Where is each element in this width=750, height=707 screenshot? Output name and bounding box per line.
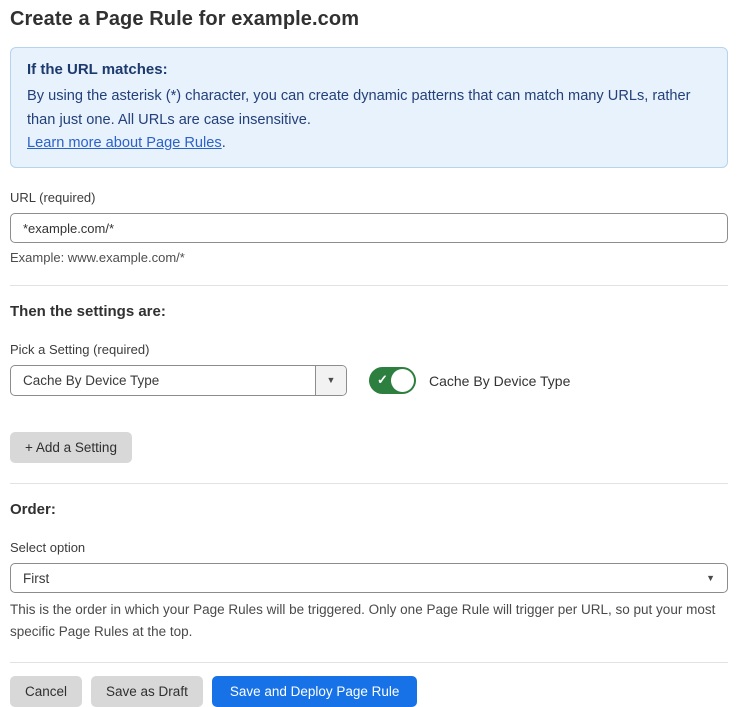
url-helper-text: Example: www.example.com/* [10, 250, 728, 265]
url-input[interactable] [10, 213, 728, 243]
cancel-button[interactable]: Cancel [10, 676, 82, 707]
toggle-label: Cache By Device Type [429, 373, 570, 389]
save-as-draft-button[interactable]: Save as Draft [91, 676, 203, 707]
divider [10, 483, 728, 484]
check-icon: ✓ [377, 372, 388, 388]
footer-actions: Cancel Save as Draft Save and Deploy Pag… [10, 676, 728, 707]
url-field-label: URL (required) [10, 190, 728, 205]
info-box-heading: If the URL matches: [27, 61, 711, 78]
order-select-value: First [23, 571, 49, 586]
divider [10, 662, 728, 663]
info-box-body: By using the asterisk (*) character, you… [27, 84, 711, 132]
add-setting-button[interactable]: + Add a Setting [10, 432, 132, 463]
order-select-label: Select option [10, 540, 728, 555]
setting-row: Cache By Device Type ▼ ✓ Cache By Device… [10, 365, 728, 396]
order-select[interactable]: First ▼ [10, 563, 728, 593]
setting-select-value: Cache By Device Type [11, 366, 315, 395]
link-suffix: . [222, 135, 226, 151]
settings-section-heading: Then the settings are: [10, 303, 728, 320]
setting-select-arrow-box[interactable]: ▼ [315, 366, 346, 395]
learn-more-link[interactable]: Learn more about Page Rules [27, 135, 222, 151]
chevron-down-icon: ▼ [327, 376, 336, 385]
setting-select[interactable]: Cache By Device Type ▼ [10, 365, 347, 396]
page-title: Create a Page Rule for example.com [10, 8, 728, 31]
url-match-info-box: If the URL matches: By using the asteris… [10, 47, 728, 168]
chevron-down-icon: ▼ [706, 574, 715, 583]
pick-setting-label: Pick a Setting (required) [10, 342, 728, 357]
save-and-deploy-button[interactable]: Save and Deploy Page Rule [212, 676, 418, 707]
cache-device-toggle[interactable]: ✓ [369, 367, 416, 394]
order-helper-text: This is the order in which your Page Rul… [10, 599, 728, 643]
toggle-knob [391, 369, 414, 392]
order-section-heading: Order: [10, 501, 728, 518]
divider [10, 285, 728, 286]
